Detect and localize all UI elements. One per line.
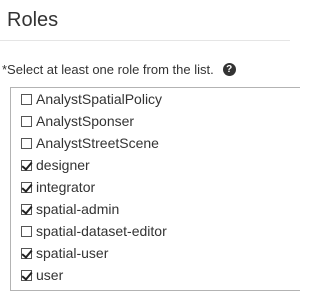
- role-label: AnalystStreetScene: [36, 135, 159, 151]
- help-icon[interactable]: ?: [222, 62, 236, 76]
- role-label: designer: [36, 157, 90, 173]
- role-label: AnalystSponser: [36, 113, 135, 129]
- role-label: integrator: [36, 179, 96, 195]
- role-item-spatial-admin[interactable]: spatial-admin: [21, 199, 119, 219]
- role-checkbox[interactable]: [21, 181, 32, 193]
- instruction-text: *Select at least one role from the list.: [2, 61, 214, 77]
- role-checkbox[interactable]: [21, 269, 32, 281]
- role-item-analyststreetscene[interactable]: AnalystStreetScene: [21, 133, 159, 153]
- role-label: user: [36, 267, 64, 283]
- title-divider: [0, 40, 290, 41]
- role-checkbox[interactable]: [21, 203, 32, 215]
- instruction-row: *Select at least one role from the list.…: [2, 60, 236, 78]
- role-item-designer[interactable]: designer: [21, 155, 90, 175]
- role-checkbox[interactable]: [21, 93, 32, 105]
- role-label: spatial-admin: [36, 201, 120, 217]
- role-label: spatial-dataset-editor: [36, 223, 167, 239]
- role-checkbox[interactable]: [21, 225, 32, 237]
- role-checkbox[interactable]: [21, 115, 32, 127]
- role-item-user[interactable]: user: [21, 265, 63, 285]
- role-checkbox[interactable]: [21, 247, 32, 259]
- section-title: Roles: [7, 9, 59, 31]
- role-checkbox[interactable]: [21, 159, 32, 171]
- role-item-spatial-dataset-editor[interactable]: spatial-dataset-editor: [21, 221, 167, 241]
- role-label: AnalystSpatialPolicy: [36, 91, 163, 107]
- role-list[interactable]: AnalystSpatialPolicy AnalystSponser Anal…: [10, 87, 300, 291]
- role-item-integrator[interactable]: integrator: [21, 177, 95, 197]
- role-item-analystsponser[interactable]: AnalystSponser: [21, 111, 134, 131]
- role-item-spatial-user[interactable]: spatial-user: [21, 243, 108, 263]
- role-label: spatial-user: [36, 245, 109, 261]
- role-checkbox[interactable]: [21, 137, 32, 149]
- role-item-analystspatialpolicy[interactable]: AnalystSpatialPolicy: [21, 89, 162, 109]
